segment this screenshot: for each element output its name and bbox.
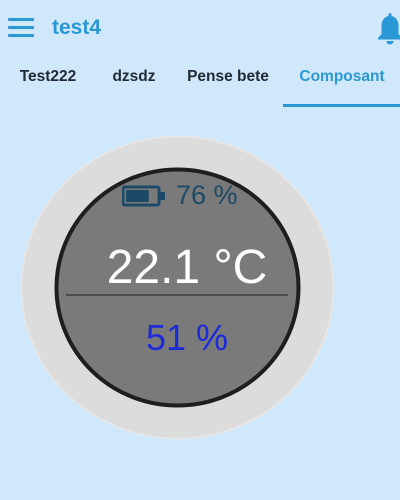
battery-level-text: 76 % [176,180,238,210]
active-tab-indicator [283,104,400,107]
tab-bar: Test222 dzsdz Pense bete Composant [0,56,400,108]
app-title: test4 [52,16,102,39]
battery-fill [126,190,149,202]
tab-dzsdz[interactable]: dzsdz [96,56,172,106]
app-bar: test4 [0,0,400,56]
tab-composant[interactable]: Composant [284,56,400,106]
tab-test222[interactable]: Test222 [0,56,96,106]
hamburger-menu-icon[interactable] [8,16,36,38]
humidity-value: 51 % [145,317,229,358]
temperature-value: 22.1 °C [106,241,268,294]
bell-icon[interactable] [376,10,400,46]
battery-icon [122,185,165,207]
tab-pense-bete[interactable]: Pense bete [172,56,284,106]
